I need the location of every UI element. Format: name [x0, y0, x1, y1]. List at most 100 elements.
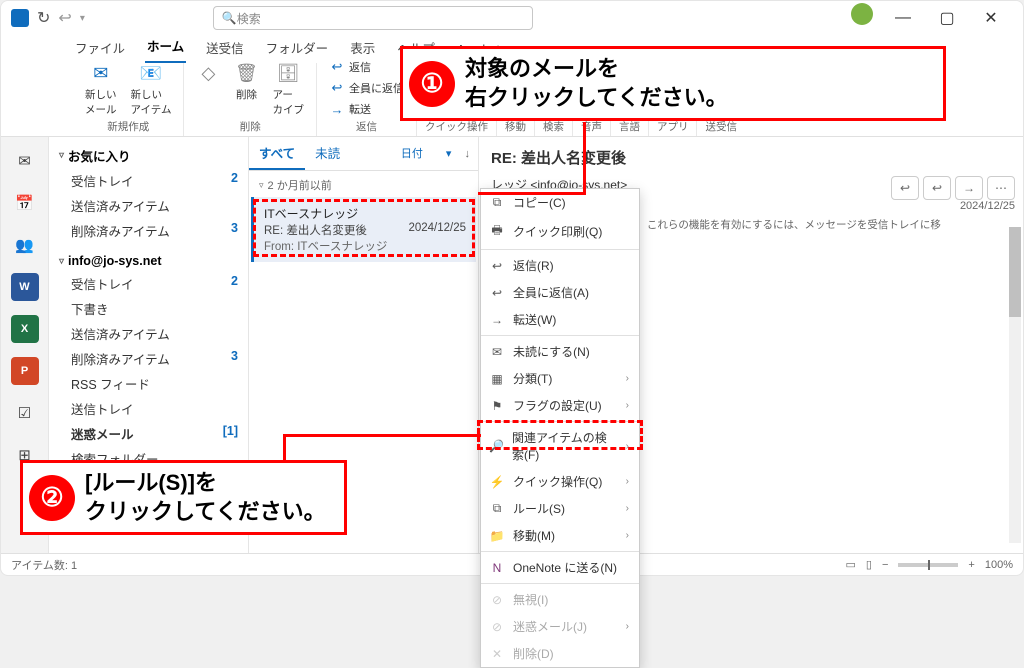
message-subject: RE: 差出人名変更後	[264, 222, 367, 238]
sync-icon[interactable]: ↻	[37, 8, 50, 28]
view-reading-icon[interactable]: ▯	[866, 558, 872, 571]
ignore-button[interactable]: ◇	[192, 59, 224, 87]
flag-icon: ⚑	[489, 399, 505, 413]
annotation-line	[583, 122, 586, 194]
todo-icon[interactable]: ☑	[11, 399, 39, 427]
unread-icon: ✉	[489, 345, 505, 359]
ctx-reply[interactable]: ↩返信(R)	[481, 252, 639, 279]
calendar-icon[interactable]: 📅	[11, 189, 39, 217]
group-apps-label: アプリ	[657, 119, 689, 134]
minimize-button[interactable]: —	[881, 3, 925, 33]
ctx-quick-print[interactable]: 🖶クイック印刷(Q)	[481, 216, 639, 247]
new-mail-button[interactable]: ✉新しい メール	[81, 59, 121, 119]
reading-date: 2024/12/25	[891, 200, 1015, 212]
reply-button[interactable]: ↩返信	[325, 57, 408, 77]
account-header[interactable]: ▿info@jo-sys.net	[53, 251, 244, 271]
dropdown-icon[interactable]: ▾	[80, 13, 85, 24]
annotation-number-1: ①	[409, 61, 455, 107]
scrollbar[interactable]	[1009, 227, 1021, 543]
ctx-ignore: ⊘無視(I)	[481, 586, 639, 613]
word-icon[interactable]: W	[11, 273, 39, 301]
annotation-line	[283, 434, 286, 462]
avatar[interactable]	[851, 3, 873, 25]
folder-junk[interactable]: 迷惑メール[1]	[53, 421, 244, 446]
maximize-button[interactable]: ▢	[925, 3, 969, 33]
zoom-level: 100%	[985, 559, 1013, 571]
more-actions-button[interactable]: ⋯	[987, 176, 1015, 200]
group-new-label: 新規作成	[107, 119, 149, 134]
folder-inbox[interactable]: 受信トレイ2	[53, 168, 244, 193]
folder-drafts[interactable]: 下書き	[53, 296, 244, 321]
group-find-label: 検索	[543, 119, 564, 134]
sort-by[interactable]: 日付 ▾ ↓	[391, 137, 478, 170]
folder-outbox[interactable]: 送信トレイ	[53, 396, 244, 421]
chevron-down-icon: ▿	[59, 256, 64, 267]
ignore-icon: ⊘	[489, 593, 505, 607]
group-sr-label: 送受信	[705, 119, 737, 134]
search-icon: 🔍	[222, 11, 237, 25]
chevron-right-icon: ›	[626, 400, 629, 411]
ctx-reply-all[interactable]: ↩全員に返信(A)	[481, 279, 639, 306]
date-group-header[interactable]: ▿2 か月前以前	[249, 171, 478, 197]
zoom-in-button[interactable]: +	[968, 559, 974, 571]
annotation-line	[283, 434, 481, 437]
ctx-move[interactable]: 📁移動(M)›	[481, 522, 639, 549]
view-normal-icon[interactable]: ▭	[846, 558, 856, 571]
search-box[interactable]: 🔍 検索	[213, 6, 533, 30]
copy-icon: ⧉	[489, 195, 505, 210]
forward-icon-button[interactable]: →	[955, 176, 983, 200]
scrollbar-thumb[interactable]	[1009, 227, 1021, 317]
reply-icon-button[interactable]: ↩	[891, 176, 919, 200]
ctx-related[interactable]: 🔎関連アイテムの検索(F)›	[481, 424, 639, 468]
mail-icon[interactable]: ✉	[11, 147, 39, 175]
chevron-right-icon: ›	[626, 503, 629, 514]
excel-icon[interactable]: X	[11, 315, 39, 343]
ctx-onenote[interactable]: NOneNote に送る(N)	[481, 554, 639, 581]
folder-deleted[interactable]: 削除済みアイテム3	[53, 218, 244, 243]
favorites-header[interactable]: ▿お気に入り	[53, 143, 244, 168]
ctx-forward[interactable]: →転送(W)	[481, 306, 639, 333]
ctx-flag[interactable]: ⚑フラグの設定(U)›	[481, 392, 639, 419]
ctx-junk: ⊘迷惑メール(J)›	[481, 613, 639, 640]
tab-all[interactable]: すべて	[249, 137, 305, 170]
reply-all-icon-button[interactable]: ↩	[923, 176, 951, 200]
ctx-rules[interactable]: ⧉ルール(S)›	[481, 495, 639, 522]
chevron-right-icon: ›	[626, 476, 629, 487]
delete-button[interactable]: 🗑削除	[230, 59, 262, 104]
new-item-button[interactable]: 📧新しい アイテム	[127, 59, 176, 119]
group-respond-label: 返信	[356, 119, 377, 134]
forward-icon: →	[489, 313, 505, 327]
search-placeholder: 検索	[237, 10, 261, 27]
folder-sent[interactable]: 送信済みアイテム	[53, 193, 244, 218]
undo-icon[interactable]: ↩	[58, 8, 71, 28]
tab-unread[interactable]: 未読	[305, 137, 350, 170]
reading-subject: RE: 差出人名変更後	[491, 147, 1015, 168]
chevron-right-icon: ›	[626, 441, 629, 452]
zoom-out-button[interactable]: −	[882, 559, 888, 571]
chevron-right-icon: ›	[626, 621, 629, 632]
group-move-label: 移動	[505, 119, 526, 134]
search-icon: 🔎	[489, 439, 504, 453]
ctx-mark-unread[interactable]: ✉未読にする(N)	[481, 338, 639, 365]
context-menu: ⧉コピー(C) 🖶クイック印刷(Q) ↩返信(R) ↩全員に返信(A) →転送(…	[480, 188, 640, 668]
folder-sent2[interactable]: 送信済みアイテム	[53, 321, 244, 346]
message-date: 2024/12/25	[408, 222, 466, 238]
ctx-categorize[interactable]: ▦分類(T)›	[481, 365, 639, 392]
group-lang-label: 言語	[619, 119, 640, 134]
forward-button[interactable]: →転送	[325, 99, 408, 119]
message-item[interactable]: ITベースナレッジ RE: 差出人名変更後2024/12/25 From: IT…	[251, 197, 476, 262]
chevron-down-icon: ▾	[436, 142, 462, 166]
ppt-icon[interactable]: P	[11, 357, 39, 385]
folder-inbox2[interactable]: 受信トレイ2	[53, 271, 244, 296]
folder-rss[interactable]: RSS フィード	[53, 371, 244, 396]
people-icon[interactable]: 👥	[11, 231, 39, 259]
archive-button[interactable]: 🗄アー カイブ	[268, 59, 308, 119]
categorize-icon: ▦	[489, 372, 505, 386]
folder-deleted2[interactable]: 削除済みアイテム3	[53, 346, 244, 371]
annotation-text-2: [ルール(S)]を クリックしてください。	[85, 469, 326, 526]
close-button[interactable]: ✕	[969, 3, 1013, 33]
ctx-quick-steps[interactable]: ⚡クイック操作(Q)›	[481, 468, 639, 495]
chevron-right-icon: ›	[626, 530, 629, 541]
titlebar: ↻ ↩ ▾ 🔍 検索 — ▢ ✕	[1, 1, 1023, 35]
reply-all-button[interactable]: ↩全員に返信	[325, 78, 408, 98]
